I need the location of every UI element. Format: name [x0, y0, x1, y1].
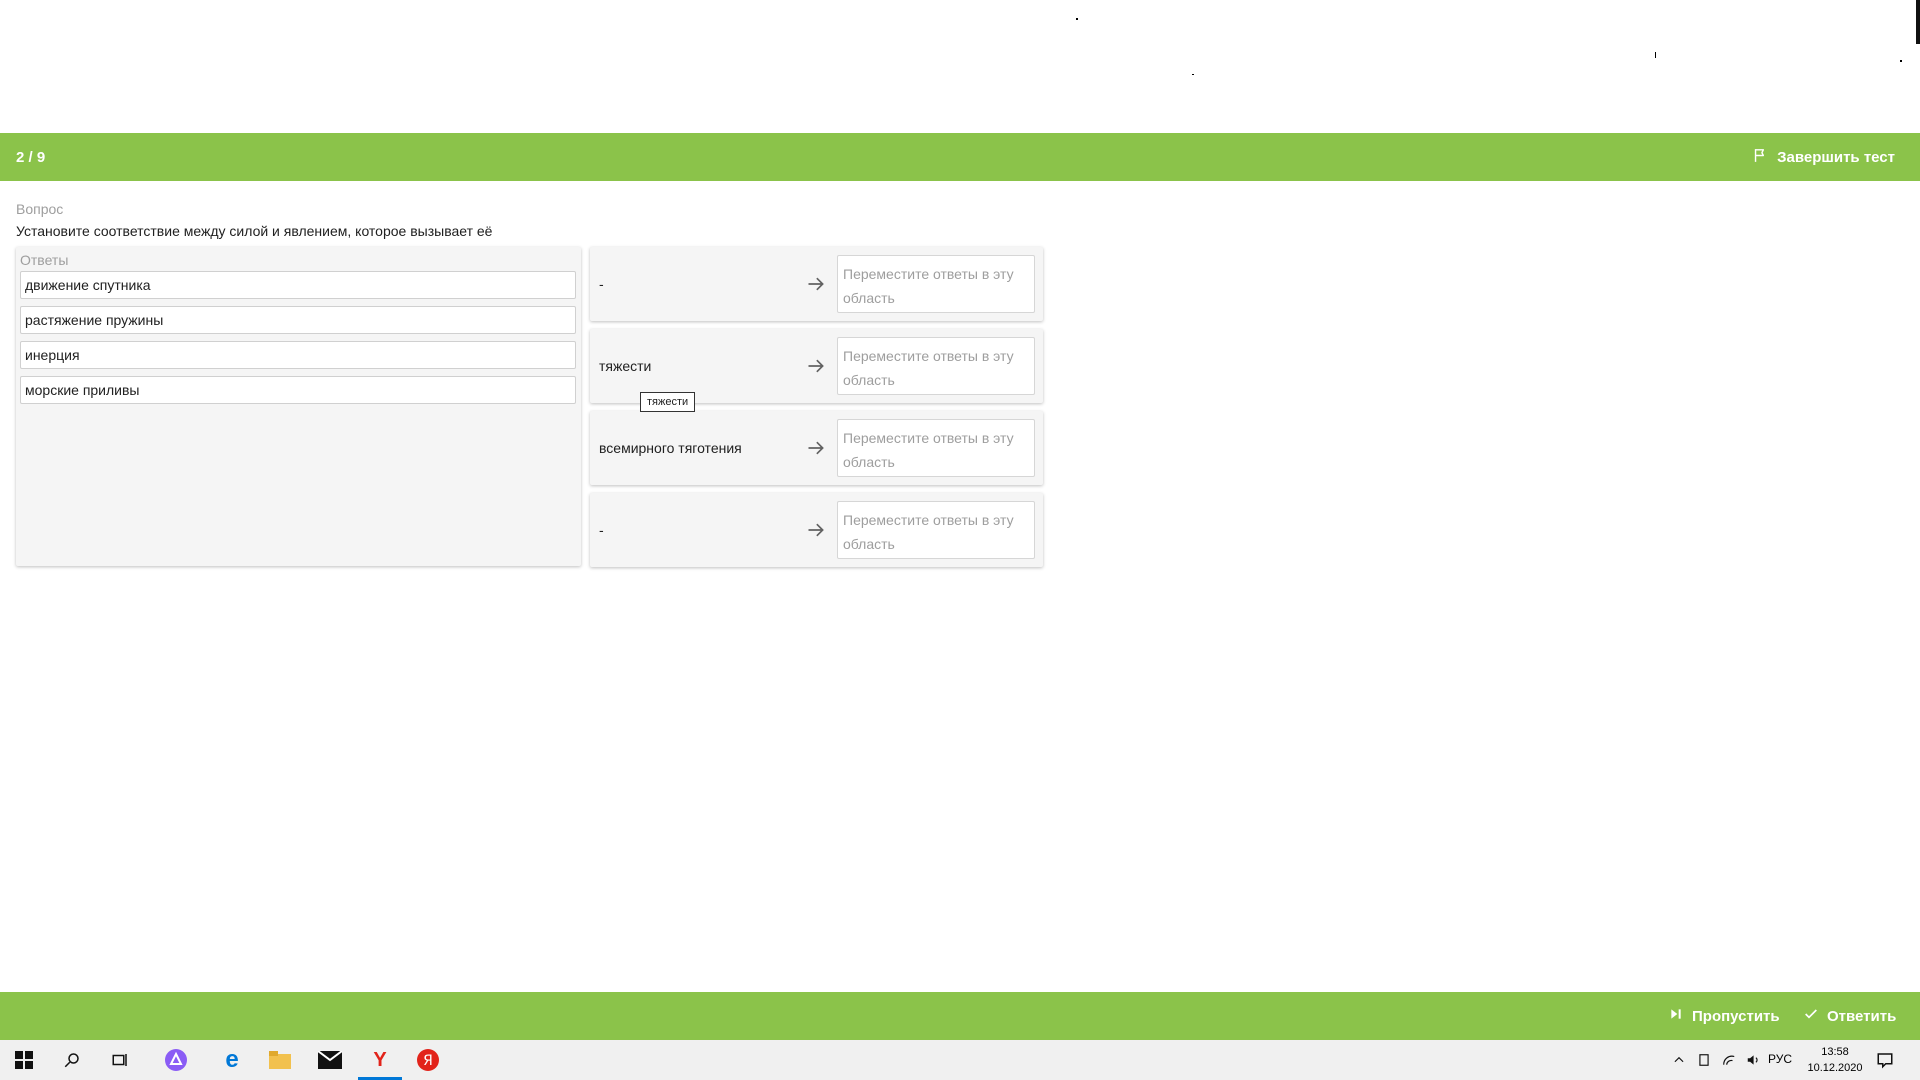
svg-text:Я: Я [423, 1053, 433, 1069]
tray-chevron-icon[interactable] [1672, 1040, 1686, 1080]
edge-icon[interactable]: e [208, 1040, 256, 1080]
skip-button[interactable]: Пропустить [1668, 992, 1780, 1040]
speck [1192, 74, 1194, 75]
search-icon[interactable] [48, 1040, 96, 1080]
file-explorer-icon[interactable] [256, 1040, 304, 1080]
arrow-right-icon [808, 277, 824, 291]
drop-zone[interactable]: Переместите ответы в эту область [837, 501, 1035, 559]
answer-item[interactable]: движение спутника [20, 271, 576, 299]
taskbar: e Y Я РУС 13:58 10.12.2020 [0, 1040, 1920, 1080]
drop-zone[interactable]: Переместите ответы в эту область [837, 419, 1035, 477]
skip-label: Пропустить [1692, 1007, 1780, 1025]
speck [1900, 60, 1902, 62]
windows-start-icon[interactable] [0, 1040, 48, 1080]
answer-label: Ответить [1827, 1007, 1897, 1025]
yandex-icon[interactable]: Я [404, 1040, 452, 1080]
edge-mark [1916, 0, 1920, 44]
question-text: Установите соответствие между силой и яв… [16, 223, 493, 239]
arrow-right-icon [808, 359, 824, 373]
check-icon [1803, 1006, 1819, 1026]
tooltip: тяжести [640, 392, 696, 412]
finish-test-button[interactable]: Завершить тест [1752, 147, 1895, 168]
speck [1076, 18, 1078, 20]
clock-time: 13:58 [1821, 1046, 1849, 1058]
arrow-right-icon [808, 523, 824, 537]
answer-item[interactable]: растяжение пружины [20, 306, 576, 334]
clock-date: 10.12.2020 [1807, 1062, 1863, 1074]
arrow-right-icon [808, 441, 824, 455]
language-indicator[interactable]: РУС [1768, 1052, 1792, 1066]
mail-icon[interactable] [306, 1040, 354, 1080]
drop-zone[interactable]: Переместите ответы в эту область [837, 337, 1035, 395]
top-blank-area [0, 0, 1920, 133]
bottom-bar: Пропустить Ответить [0, 992, 1920, 1040]
finish-test-label: Завершить тест [1777, 148, 1895, 166]
match-label: всемирного тяготения [599, 440, 742, 456]
match-row: всемирного тяготения Переместите ответы … [590, 411, 1043, 485]
skip-icon [1668, 1006, 1684, 1026]
battery-icon[interactable] [1697, 1040, 1711, 1080]
alice-icon[interactable] [152, 1040, 200, 1080]
match-label: - [599, 522, 604, 538]
notification-icon[interactable] [1876, 1040, 1894, 1080]
match-label: - [599, 276, 604, 292]
answer-button[interactable]: Ответить [1803, 992, 1896, 1040]
speck [1655, 52, 1656, 58]
drop-zone[interactable]: Переместите ответы в эту область [837, 255, 1035, 313]
match-row: - Переместите ответы в эту область [590, 493, 1043, 567]
match-row: - Переместите ответы в эту область [590, 247, 1043, 321]
task-view-icon[interactable] [96, 1040, 144, 1080]
answer-item[interactable]: инерция [20, 341, 576, 369]
flag-icon [1752, 147, 1769, 168]
question-counter: 2 / 9 [16, 148, 46, 166]
answer-item[interactable]: морские приливы [20, 376, 576, 404]
answers-label: Ответы [20, 252, 69, 268]
top-bar: 2 / 9 Завершить тест [0, 133, 1920, 181]
yandex-browser-icon[interactable]: Y [356, 1040, 404, 1080]
answers-panel[interactable]: Ответы движение спутника растяжение пруж… [16, 247, 581, 566]
question-label: Вопрос [16, 201, 64, 217]
volume-icon[interactable] [1746, 1040, 1760, 1080]
clock[interactable]: 13:58 10.12.2020 [1800, 1044, 1870, 1076]
network-icon[interactable] [1722, 1040, 1736, 1080]
